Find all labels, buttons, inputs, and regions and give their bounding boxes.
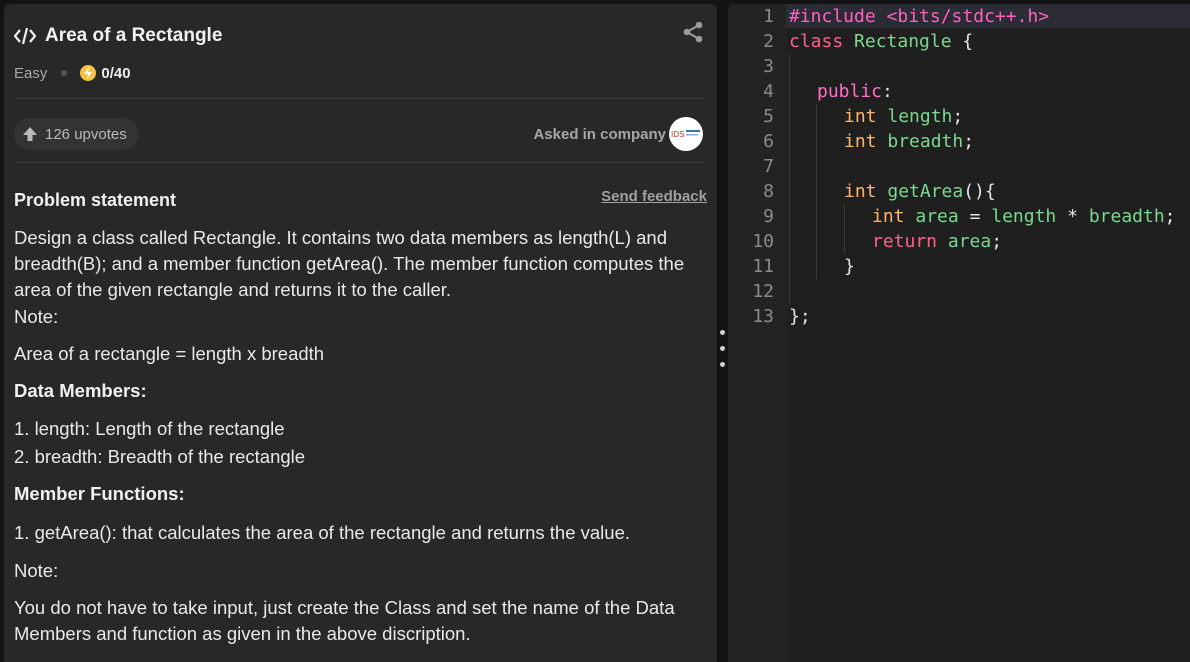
data-members-heading: Data Members: xyxy=(14,380,147,401)
member-function-item: 1. getArea(): that calculates the area o… xyxy=(14,522,631,543)
type-keyword: int xyxy=(844,106,877,127)
code-icon xyxy=(14,27,36,45)
class-name: Rectangle xyxy=(854,31,952,52)
code-line-4: public: xyxy=(817,81,893,102)
company-logo[interactable]: IDS xyxy=(669,117,703,151)
problem-meta: Easy 0/40 xyxy=(14,62,131,84)
code-line-5: int length; xyxy=(844,106,964,127)
problem-title: Area of a Rectangle xyxy=(45,25,223,46)
divider xyxy=(14,162,707,163)
open-brace: { xyxy=(962,31,974,52)
line-number: 12 xyxy=(752,281,774,302)
upvote-count: 126 upvotes xyxy=(45,125,127,143)
problem-panel: Area of a Rectangle Easy 0/40 126 upvote… xyxy=(4,4,717,662)
line-number: 11 xyxy=(752,256,774,277)
var-breadth: breadth xyxy=(1088,206,1165,227)
function-parens: (){ xyxy=(963,181,996,202)
member-functions-heading: Member Functions: xyxy=(14,483,185,504)
share-icon[interactable] xyxy=(681,20,705,44)
indent-guide xyxy=(816,104,817,279)
code-line-10: return area; xyxy=(872,231,1003,252)
type-keyword: int xyxy=(844,131,877,152)
note2-text: You do not have to take input, just crea… xyxy=(14,597,675,644)
var-area: area xyxy=(915,206,959,227)
data-member-item: 1. length: Length of the rectangle xyxy=(14,418,285,439)
var-length: length xyxy=(991,206,1057,227)
line-number: 4 xyxy=(763,81,774,102)
close-brace: } xyxy=(844,256,855,277)
code-line-11: } xyxy=(844,254,855,279)
line-number: 7 xyxy=(763,156,774,177)
public-keyword: public xyxy=(817,81,883,102)
code-line-2: class Rectangle { xyxy=(789,29,973,54)
type-keyword: int xyxy=(844,181,877,202)
note2-label: Note: xyxy=(14,560,59,581)
send-feedback-link[interactable]: Send feedback xyxy=(601,188,707,205)
class-close: }; xyxy=(789,306,811,327)
code-line-6: int breadth; xyxy=(844,131,975,152)
code-line-9: int area = length * breadth; xyxy=(872,206,1176,227)
line-number: 5 xyxy=(763,106,774,127)
asked-in-company: Asked in company IDS xyxy=(533,117,703,151)
company-logo-text: IDS xyxy=(671,130,684,139)
data-member-item: 2. breadth: Breadth of the rectangle xyxy=(14,446,306,467)
function-name: getArea xyxy=(887,181,964,202)
bolt-icon xyxy=(80,65,97,81)
statement-header: Problem statement Send feedback xyxy=(14,188,707,212)
statement-heading: Problem statement xyxy=(14,190,177,210)
class-keyword: class xyxy=(789,31,844,52)
include-directive: #include <bits/stdc++.h> xyxy=(789,6,1050,27)
assign-op: = xyxy=(969,206,981,227)
line-number: 1 xyxy=(763,6,774,27)
indent-guide xyxy=(844,204,845,254)
problem-title-row: Area of a Rectangle xyxy=(14,22,222,50)
meta-separator xyxy=(61,70,68,76)
asked-label: Asked in company xyxy=(533,125,666,143)
formula-text: Area of a rectangle = length x breadth xyxy=(14,343,325,364)
code-editor[interactable]: 1 2 3 4 5 6 7 8 9 10 11 12 13 #include <… xyxy=(728,4,1190,662)
var-area: area xyxy=(947,231,992,252)
mul-op: * xyxy=(1067,206,1078,227)
member-breadth: breadth xyxy=(887,131,964,152)
line-number: 2 xyxy=(763,31,774,52)
code-line-13: }; xyxy=(789,304,811,329)
return-keyword: return xyxy=(872,231,938,252)
line-number: 3 xyxy=(763,56,774,77)
line-number: 6 xyxy=(763,131,774,152)
code-line-1: #include <bits/stdc++.h> xyxy=(789,4,1049,29)
problem-description: Design a class called Rectangle. It cont… xyxy=(14,227,685,300)
note-label: Note: xyxy=(14,306,59,327)
line-number: 8 xyxy=(763,181,774,202)
upvote-button[interactable]: 126 upvotes xyxy=(14,118,139,150)
line-number: 9 xyxy=(763,206,774,227)
panel-resize-handle[interactable] xyxy=(717,330,727,374)
line-number: 13 xyxy=(752,306,774,327)
code-line-8: int getArea(){ xyxy=(844,179,996,204)
upvote-arrow-icon xyxy=(23,127,37,141)
score-label: 0/40 xyxy=(101,64,131,82)
type-keyword: int xyxy=(872,206,905,227)
indent-guide xyxy=(789,54,790,304)
member-length: length xyxy=(887,106,953,127)
divider xyxy=(14,98,707,99)
line-number: 10 xyxy=(752,231,774,252)
difficulty-label: Easy xyxy=(14,64,48,82)
